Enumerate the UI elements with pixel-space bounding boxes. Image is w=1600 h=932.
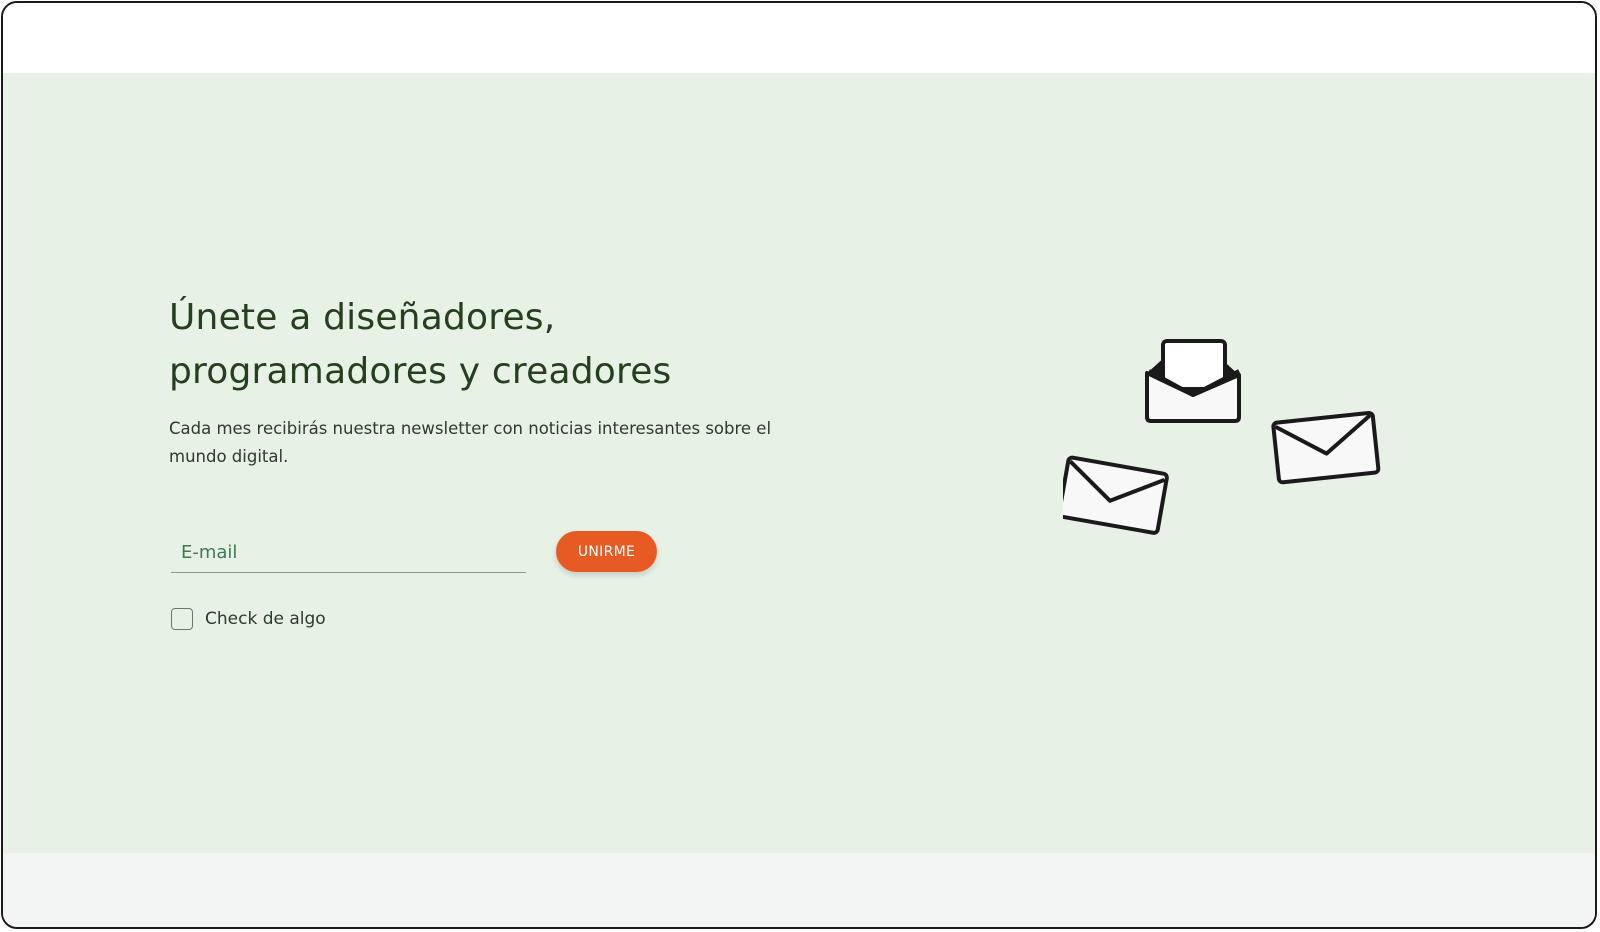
consent-checkbox-row[interactable]: Check de algo <box>171 606 326 632</box>
title-line-1: Únete a diseñadores, <box>169 297 556 338</box>
consent-checkbox[interactable] <box>171 608 193 630</box>
envelopes-illustration <box>1057 333 1393 543</box>
footer-strip <box>3 853 1595 927</box>
envelopes-svg <box>1057 339 1381 535</box>
envelope-icon <box>1271 410 1381 485</box>
email-input[interactable] <box>171 533 526 573</box>
envelope-icon <box>1057 455 1169 535</box>
top-bar <box>3 3 1595 73</box>
join-button[interactable]: UNIRME <box>556 531 657 572</box>
open-envelope-icon <box>1145 339 1241 423</box>
newsletter-description: Cada mes recibirás nuestra newsletter co… <box>169 419 772 466</box>
title-line-2: programadores y creadores <box>169 351 672 392</box>
consent-checkbox-label: Check de algo <box>205 609 326 629</box>
browser-frame: Únete a diseñadores, programadores y cre… <box>1 1 1597 929</box>
newsletter-title: Únete a diseñadores, programadores y cre… <box>169 291 789 399</box>
